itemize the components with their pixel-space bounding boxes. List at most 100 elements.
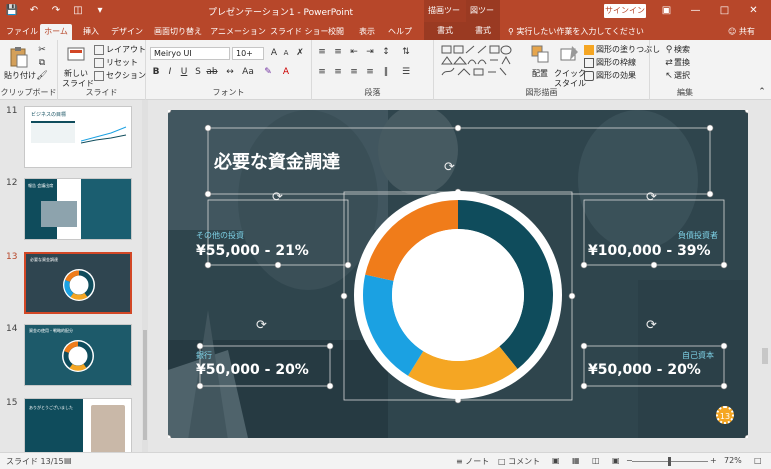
tab-file[interactable]: ファイル <box>6 24 38 40</box>
italic-icon[interactable]: I <box>164 66 176 78</box>
maximize-icon[interactable]: □ <box>710 0 739 22</box>
thumbnail-slide-11[interactable]: ビジネスの目標 <box>24 106 132 168</box>
shape-fill-button[interactable]: 図形の塗りつぶし <box>584 44 660 55</box>
canvas-scrollbar[interactable] <box>759 100 771 452</box>
shrink-font-icon[interactable]: A <box>280 47 292 59</box>
tab-animations[interactable]: アニメーション <box>210 24 266 40</box>
shadow-icon[interactable]: S <box>192 66 204 78</box>
justify-icon[interactable]: ≡ <box>364 66 376 78</box>
thumbnail-slide-13[interactable]: 必要な資金調達 <box>24 252 132 314</box>
grow-font-icon[interactable]: A <box>268 47 280 59</box>
find-button[interactable]: ⚲ 検索 <box>664 44 690 56</box>
tab-format-drawing[interactable]: 書式 <box>424 22 466 40</box>
fit-slide-icon[interactable]: □ <box>754 456 762 465</box>
align-text-icon[interactable]: ☰ <box>400 66 412 78</box>
collapse-ribbon-icon[interactable]: ⌃ <box>756 86 768 98</box>
redo-icon[interactable]: ↷ <box>48 3 64 19</box>
slideshow-view-icon[interactable]: ▣ <box>612 456 620 465</box>
tab-view[interactable]: 表示 <box>356 24 378 40</box>
tab-transitions[interactable]: 画面切り替え <box>150 24 206 40</box>
donut-chart[interactable] <box>346 190 570 400</box>
rotate-handle-icon[interactable]: ⟳ <box>272 190 283 205</box>
save-icon[interactable]: 💾 <box>4 3 20 19</box>
thumbnail-slide-15[interactable]: ありがとうございました <box>24 398 132 460</box>
zoom-slider-knob[interactable] <box>668 457 671 466</box>
reset-button[interactable]: リセット <box>94 57 138 68</box>
arrange-button[interactable]: 配置 <box>532 68 548 79</box>
comments-button[interactable]: □ コメント <box>498 456 540 467</box>
new-slide-icon[interactable] <box>66 44 88 66</box>
rotate-handle-icon[interactable]: ⟳ <box>256 318 267 333</box>
current-slide[interactable]: ⟳ ⟳ ⟳ ⟳ ⟳ 必要な資金調達 その他の投資 ¥55,000 - 21% 負… <box>168 110 748 438</box>
present-icon[interactable]: ◫ <box>70 3 86 19</box>
ribbon-display-icon[interactable]: ▣ <box>652 0 681 22</box>
share-button[interactable]: ☺ 共有 <box>728 24 755 40</box>
change-case-icon[interactable]: Aa <box>242 66 254 78</box>
quick-styles-icon[interactable] <box>558 44 580 66</box>
arrange-icon[interactable] <box>530 44 552 66</box>
columns-icon[interactable]: ‖ <box>380 66 392 78</box>
rotate-handle-icon[interactable]: ⟳ <box>646 318 657 333</box>
undo-icon[interactable]: ↶ <box>26 3 42 19</box>
label-equity-value[interactable]: ¥50,000 - 20% <box>588 362 701 378</box>
cut-icon[interactable]: ✂ <box>36 44 48 56</box>
shapes-gallery[interactable] <box>440 44 522 78</box>
align-right-icon[interactable]: ≡ <box>348 66 360 78</box>
customize-qat-icon[interactable]: ▾ <box>92 3 108 19</box>
normal-view-icon[interactable]: ▣ <box>552 456 560 465</box>
font-family-select[interactable]: Meiryo UI <box>150 47 230 60</box>
tell-me-search[interactable]: ⚲ 実行したい作業を入力してください <box>508 24 644 40</box>
paste-button[interactable]: 貼り付け <box>4 70 36 81</box>
decrease-indent-icon[interactable]: ⇤ <box>348 46 360 58</box>
select-button[interactable]: ↖選択 <box>664 70 690 82</box>
section-button[interactable]: セクション <box>94 70 146 81</box>
replace-button[interactable]: ⇄置換 <box>664 57 690 69</box>
paste-icon[interactable] <box>8 46 30 68</box>
canvas-scroll-thumb[interactable] <box>762 348 768 364</box>
minimize-icon[interactable]: — <box>681 0 710 22</box>
numbering-icon[interactable]: ≡ <box>332 46 344 58</box>
align-left-icon[interactable]: ≡ <box>316 66 328 78</box>
tab-design[interactable]: デザイン <box>110 24 144 40</box>
copy-icon[interactable]: ⧉ <box>36 57 48 69</box>
bold-icon[interactable]: B <box>150 66 162 78</box>
line-spacing-icon[interactable]: ↕ <box>380 46 392 58</box>
slide-title[interactable]: 必要な資金調達 <box>214 148 340 174</box>
close-icon[interactable]: ✕ <box>739 0 768 22</box>
rotate-handle-icon[interactable]: ⟳ <box>444 160 455 175</box>
thumbnail-scroll-thumb[interactable] <box>143 330 147 440</box>
thumbnail-slide-12[interactable]: 報告 会議出席 <box>24 178 132 240</box>
shape-outline-button[interactable]: 図形の枠線 <box>584 57 636 68</box>
thumbnail-slide-14[interactable]: 資金の使用・戦略的配分 <box>24 324 132 386</box>
tab-insert[interactable]: 挿入 <box>78 24 104 40</box>
char-spacing-icon[interactable]: ↔ <box>224 66 236 78</box>
zoom-in-icon[interactable]: + <box>710 456 717 465</box>
label-debt-value[interactable]: ¥100,000 - 39% <box>588 243 711 259</box>
format-painter-icon[interactable]: 🖌 <box>36 70 48 82</box>
tab-review[interactable]: 校閲 <box>326 24 346 40</box>
highlight-icon[interactable]: ✎ <box>262 66 274 78</box>
underline-icon[interactable]: U <box>178 66 190 78</box>
layout-button[interactable]: レイアウト <box>94 44 146 55</box>
clear-format-icon[interactable]: ✗ <box>294 47 306 59</box>
label-bank-value[interactable]: ¥50,000 - 20% <box>196 362 309 378</box>
shape-effects-button[interactable]: 図形の効果 <box>584 70 636 81</box>
zoom-level[interactable]: 72% <box>724 456 742 465</box>
tab-help[interactable]: ヘルプ <box>386 24 414 40</box>
tab-home[interactable]: ホーム <box>40 24 72 40</box>
notes-button[interactable]: ≡ ノート <box>456 456 489 467</box>
increase-indent-icon[interactable]: ⇥ <box>364 46 376 58</box>
bullets-icon[interactable]: ≡ <box>316 46 328 58</box>
text-direction-icon[interactable]: ⇅ <box>400 46 412 58</box>
reading-view-icon[interactable]: ◫ <box>592 456 600 465</box>
spellcheck-icon[interactable]: ▤ <box>64 456 72 465</box>
align-center-icon[interactable]: ≡ <box>332 66 344 78</box>
tab-slideshow[interactable]: スライド ショー <box>270 24 329 40</box>
sign-in-button[interactable]: サインイン <box>604 4 646 18</box>
rotate-handle-icon[interactable]: ⟳ <box>646 190 657 205</box>
tab-format-picture[interactable]: 書式 <box>466 22 500 40</box>
label-other-value[interactable]: ¥55,000 - 21% <box>196 243 309 259</box>
font-color-icon[interactable]: A <box>280 66 292 78</box>
slide-sorter-icon[interactable]: ▦ <box>572 456 580 465</box>
slide-number-badge[interactable]: 13 <box>716 406 734 424</box>
